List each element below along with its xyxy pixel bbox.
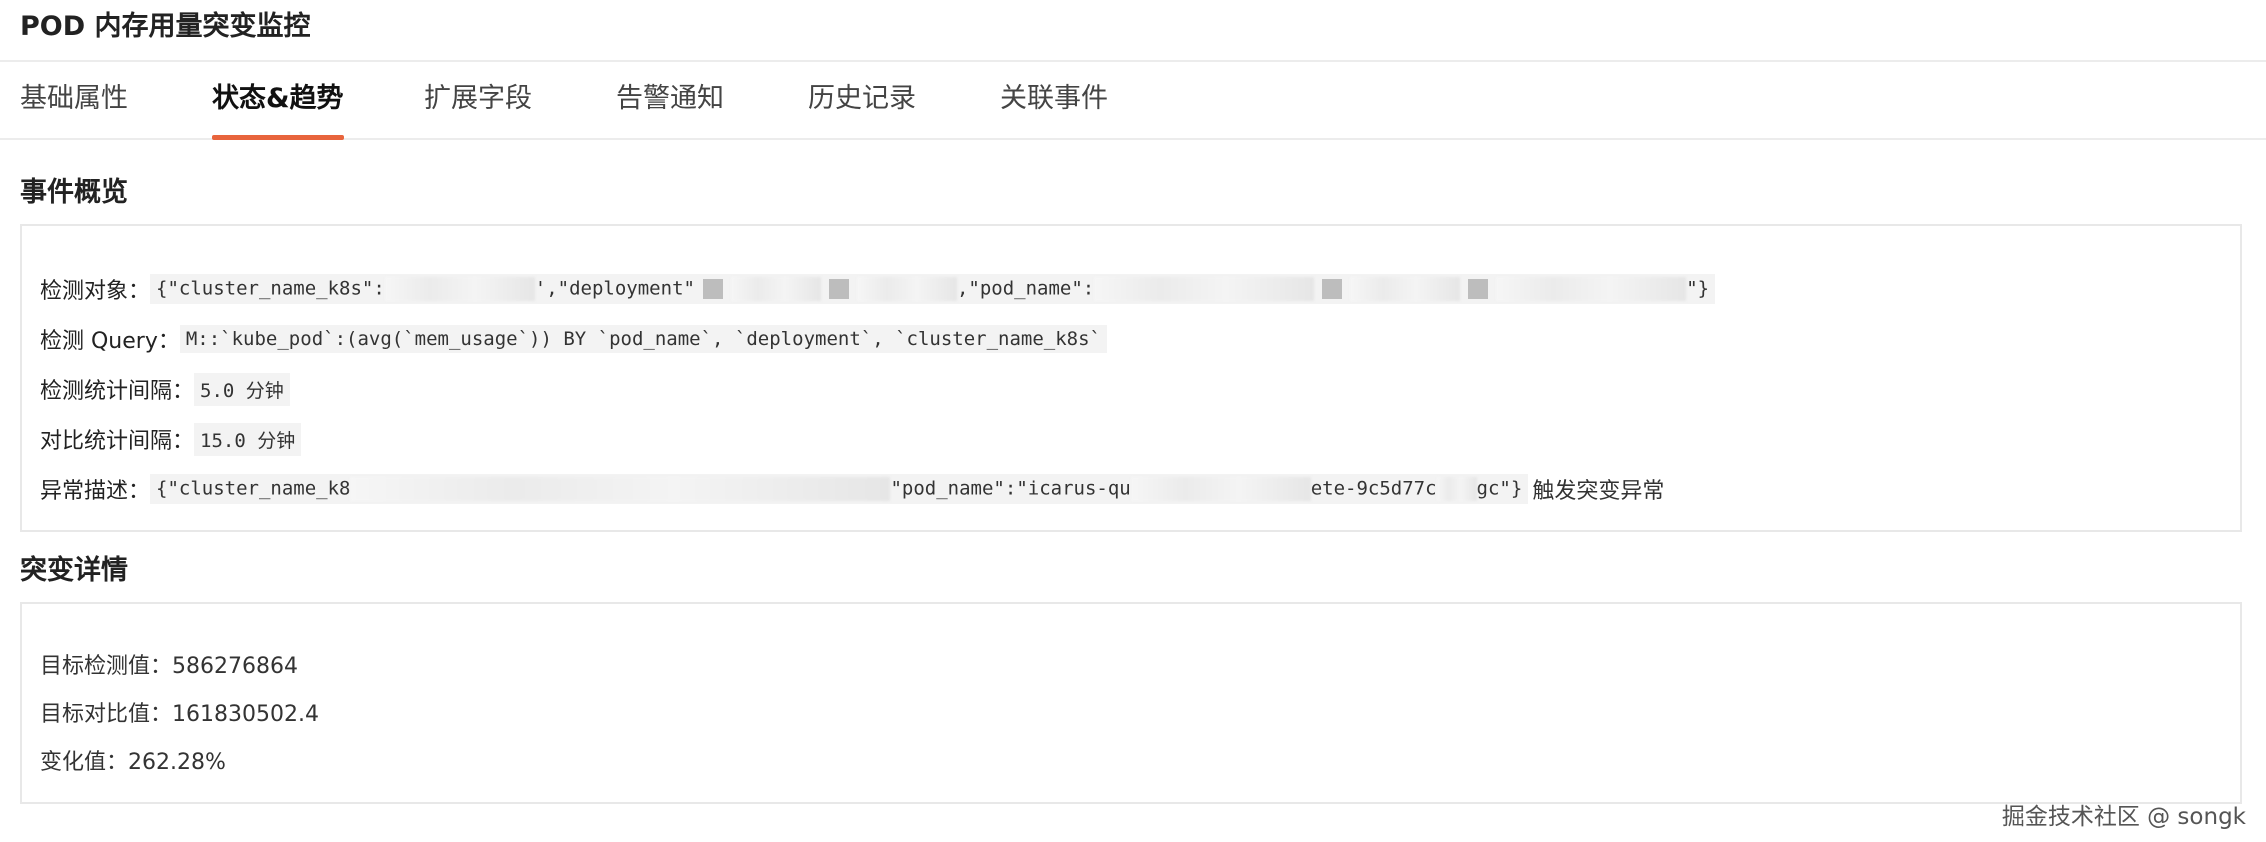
redacted-block	[730, 277, 821, 301]
anomaly-description-suffix: 触发突变异常	[1532, 479, 1665, 504]
detection-target-value-part: ',"deployment"	[534, 277, 695, 300]
redacted-block	[1468, 279, 1489, 299]
anomaly-description-label: 异常描述：	[40, 479, 151, 504]
tab-label: 扩展字段	[424, 83, 532, 114]
detection-query-label: 检测 Query：	[40, 329, 180, 354]
change-value-row: 变化值：262.28%	[40, 748, 226, 778]
active-tab-indicator	[212, 135, 344, 140]
page-title: POD 内存用量突变监控	[20, 11, 311, 42]
tab-related-events[interactable]: 关联事件	[1000, 84, 1108, 140]
redacted-block	[384, 277, 535, 301]
anomaly-value-part: "pod_name":"icarus-qu	[890, 477, 1131, 500]
detection-interval-row: 检测统计间隔： 5.0 分钟	[40, 372, 290, 406]
overview-panel: 检测对象： {"cluster_name_k8s": ',"deployment"…	[20, 224, 2242, 532]
anomaly-description-value: {"cluster_name_k8 "pod_name":"icarus-qu et…	[150, 474, 1529, 504]
tab-alert-notifications[interactable]: 告警通知	[616, 84, 724, 140]
tab-basic-attributes[interactable]: 基础属性	[20, 84, 128, 140]
tab-label: 关联事件	[1000, 83, 1108, 114]
detection-target-value: {"cluster_name_k8s": ',"deployment" ,"pod_…	[150, 274, 1716, 304]
target-detection-value-label: 目标检测值：	[40, 654, 173, 679]
watermark: 掘金技术社区 @ songk	[2001, 804, 2246, 830]
detection-query-row: 检测 Query： M::`kube_pod`:(avg(`mem_usage`…	[40, 322, 1107, 356]
redacted-block	[350, 477, 891, 501]
change-value: 262.28%	[128, 750, 226, 775]
redacted-block	[856, 277, 957, 301]
detection-target-label: 检测对象：	[40, 279, 151, 304]
redacted-block	[1322, 279, 1343, 299]
redacted-block	[1350, 277, 1461, 301]
title-bar: POD 内存用量突变监控	[0, 0, 2266, 62]
details-panel: 目标检测值：586276864 目标对比值：161830502.4 变化值：26…	[20, 602, 2242, 804]
change-value-label: 变化值：	[40, 750, 129, 775]
compare-interval-value: 15.0 分钟	[194, 422, 302, 456]
overview-section-title: 事件概览	[20, 177, 128, 208]
tab-label: 基础属性	[20, 83, 128, 114]
detection-target-value-part: ,"pod_name":	[956, 277, 1095, 300]
tab-extended-fields[interactable]: 扩展字段	[424, 84, 532, 140]
detection-interval-label: 检测统计间隔：	[40, 379, 195, 404]
anomaly-value-part: ete-9c5d77c	[1310, 477, 1437, 500]
target-detection-value: 586276864	[172, 654, 298, 679]
detection-target-row: 检测对象： {"cluster_name_k8s": ',"deployment"…	[40, 272, 1716, 306]
page: POD 内存用量突变监控 基础属性 状态&趋势 扩展字段 告警通知 历史记录 关…	[0, 0, 2266, 842]
detection-query-value: M::`kube_pod`:(avg(`mem_usage`)) BY `pod…	[179, 325, 1107, 353]
detection-target-value-part: {"cluster_name_k8s":	[156, 277, 385, 300]
compare-interval-row: 对比统计间隔： 15.0 分钟	[40, 422, 302, 456]
target-compare-value-label: 目标对比值：	[40, 702, 173, 727]
tab-label: 告警通知	[616, 83, 724, 114]
redacted-block	[1130, 477, 1311, 501]
tab-label: 历史记录	[808, 83, 916, 114]
tab-history[interactable]: 历史记录	[808, 84, 916, 140]
anomaly-value-part: gc"}	[1476, 477, 1523, 500]
detection-target-value-part: "}	[1686, 277, 1710, 300]
tab-bar: 基础属性 状态&趋势 扩展字段 告警通知 历史记录 关联事件	[0, 62, 2266, 140]
redacted-block	[702, 279, 723, 299]
target-detection-value-row: 目标检测值：586276864	[40, 652, 298, 682]
redacted-block	[828, 279, 849, 299]
detection-interval-value: 5.0 分钟	[194, 372, 290, 406]
compare-interval-label: 对比统计间隔：	[40, 429, 195, 454]
anomaly-description-row: 异常描述： {"cluster_name_k8 "pod_name":"icaru…	[40, 472, 1664, 506]
target-compare-value: 161830502.4	[172, 702, 319, 727]
target-compare-value-row: 目标对比值：161830502.4	[40, 700, 319, 730]
redacted-block	[1436, 477, 1477, 501]
redacted-block	[1496, 277, 1687, 301]
details-section-title: 突变详情	[20, 555, 128, 586]
tab-status-trend[interactable]: 状态&趋势	[212, 84, 344, 140]
anomaly-value-part: {"cluster_name_k8	[156, 477, 351, 500]
redacted-block	[1094, 277, 1315, 301]
tab-label: 状态&趋势	[212, 83, 344, 114]
